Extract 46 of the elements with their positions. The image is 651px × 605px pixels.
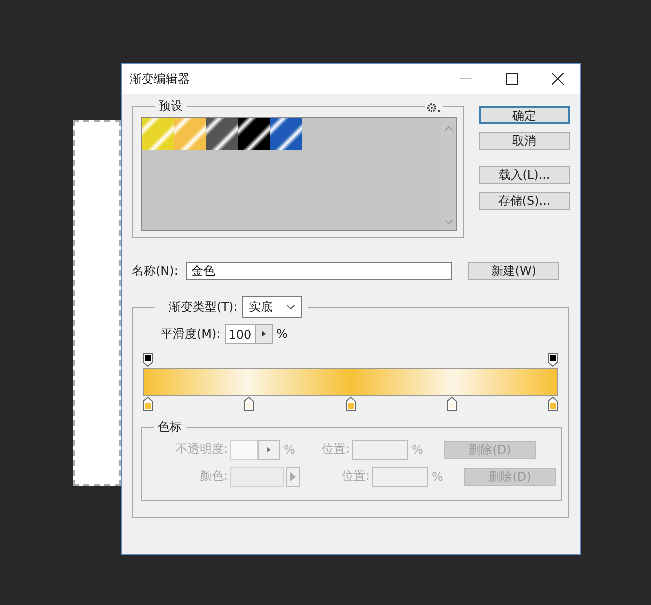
caret-icon <box>286 304 295 310</box>
color-stop-icon[interactable] <box>346 397 356 411</box>
section-title: 预设 <box>158 98 184 115</box>
gradient-type-label: 渐变类型(T): <box>169 298 238 316</box>
new-button[interactable]: 新建(W) <box>468 262 560 280</box>
dialog-button[interactable]: 确定 <box>479 106 570 124</box>
caret-icon <box>267 446 271 452</box>
location-label: 位置: <box>342 468 370 485</box>
name-label: 名称(N): <box>132 262 178 280</box>
stepper-button[interactable] <box>254 324 273 344</box>
section-title: 色标 <box>157 419 183 436</box>
gradient-swatch[interactable] <box>206 118 238 150</box>
percent-label: % <box>283 442 296 456</box>
smoothness-field[interactable]: 100 <box>224 324 256 344</box>
dialog-button[interactable]: 存储(S)... <box>479 192 570 210</box>
window-title: 渐变编辑器 <box>130 70 190 88</box>
opacity-stop-icon[interactable] <box>548 353 558 367</box>
color-stop-icon[interactable] <box>548 397 558 411</box>
location-field[interactable] <box>372 466 428 486</box>
dialog-button[interactable]: 取消 <box>479 132 570 150</box>
color-stop-icon[interactable] <box>244 397 254 411</box>
name-field[interactable]: 金色 <box>186 262 452 280</box>
stop-label: 颜色: <box>198 468 228 485</box>
gradient-type-dropdown[interactable]: 实底 <box>242 296 302 318</box>
percent-label: % <box>276 327 288 341</box>
color-arrow-button[interactable] <box>286 466 300 486</box>
opacity-stop-icon[interactable] <box>143 353 153 367</box>
percent-label: % <box>411 442 424 456</box>
close-icon[interactable] <box>552 73 564 85</box>
color-stop-icon[interactable] <box>143 397 153 411</box>
gradient-swatch[interactable] <box>270 118 302 150</box>
gradient-swatch[interactable] <box>174 118 206 150</box>
caret-icon <box>262 331 266 337</box>
location-label: 位置: <box>322 441 350 458</box>
opacity-field[interactable] <box>230 440 258 460</box>
gradient-swatch[interactable] <box>238 118 270 150</box>
location-field[interactable] <box>352 440 408 460</box>
color-stop-icon[interactable] <box>446 397 457 411</box>
smoothness-label: 平滑度(M): <box>161 326 221 342</box>
dialog-button[interactable]: 载入(L)... <box>479 166 570 184</box>
gradient-swatch[interactable] <box>142 118 174 150</box>
percent-label: % <box>431 470 444 484</box>
caret-icon <box>290 472 296 482</box>
color-field[interactable] <box>230 466 284 486</box>
maximize-icon[interactable] <box>506 73 518 85</box>
stop-label: 不透明度: <box>174 441 228 458</box>
